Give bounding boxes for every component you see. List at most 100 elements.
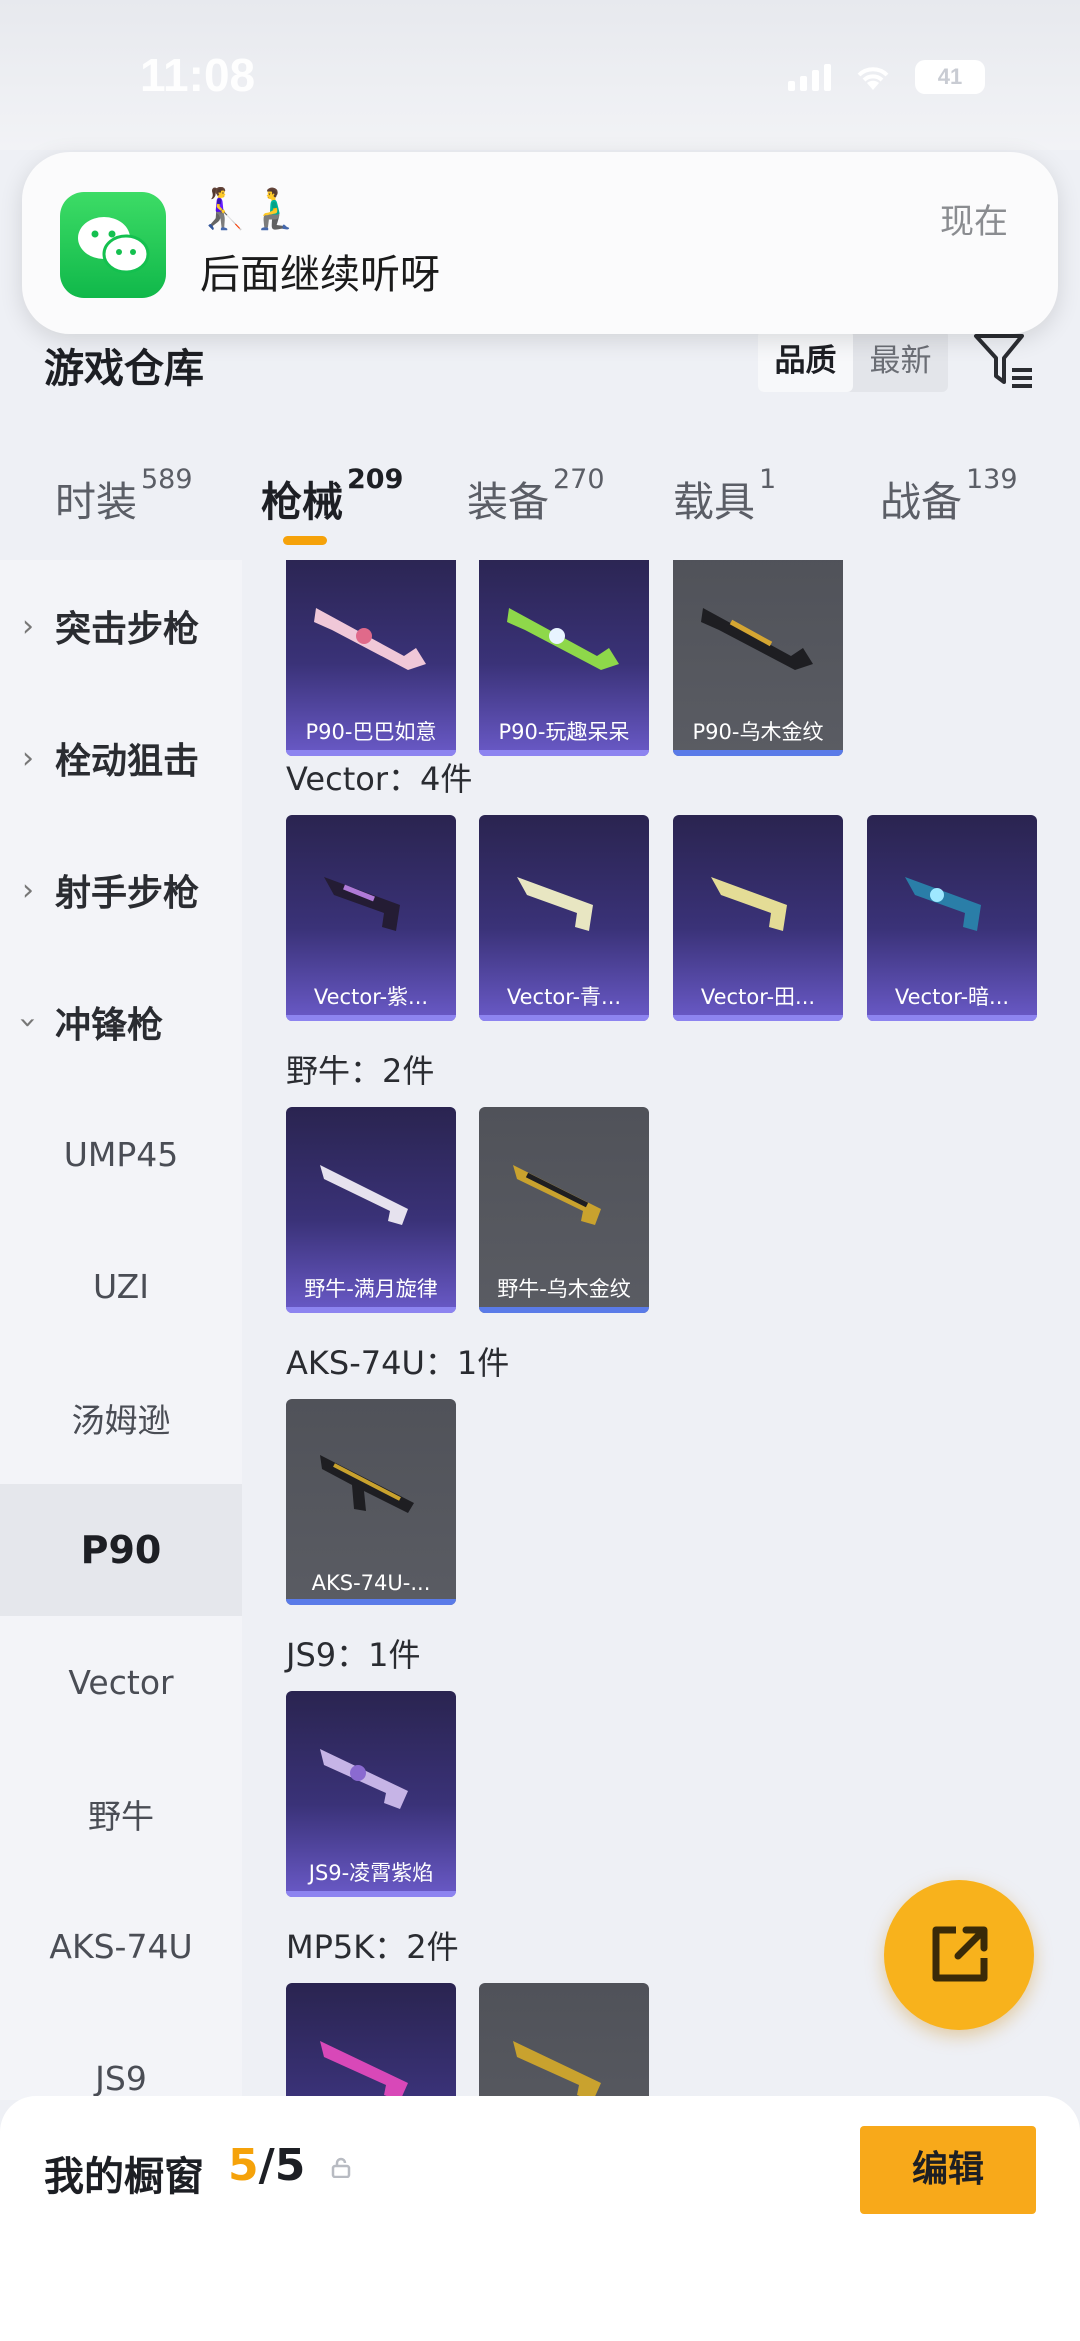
weapon-image bbox=[711, 877, 787, 931]
rarity-bar bbox=[286, 1891, 456, 1897]
showcase-bar: 我的橱窗 5/5 编辑 bbox=[0, 2096, 1080, 2341]
weapon-card[interactable] bbox=[479, 1983, 649, 2100]
app-root: { "status": {"time": "11:08", "battery":… bbox=[0, 0, 1080, 2341]
tab-label: 枪械 bbox=[261, 478, 343, 526]
rarity-bar bbox=[479, 750, 649, 756]
weapon-grid: P90-巴巴如意 P90-玩趣呆呆 P90-乌木金纹 Vector：4件 Vec… bbox=[242, 560, 1080, 2100]
page-title: 游戏仓库 bbox=[44, 346, 204, 392]
edit-button[interactable]: 编辑 bbox=[860, 2126, 1036, 2214]
group-title-vector: Vector：4件 bbox=[286, 760, 473, 798]
tab-label: 时装 bbox=[55, 478, 137, 526]
weapon-card[interactable]: AKS-74U-... bbox=[286, 1399, 456, 1605]
sidebar-category-marksman-rifle[interactable]: › 射手步枪 bbox=[0, 824, 242, 956]
status-time: 11:08 bbox=[140, 49, 256, 101]
sidebar-category-bolt-sniper[interactable]: › 栓动狙击 bbox=[0, 692, 242, 824]
weapon-image bbox=[314, 608, 426, 670]
sidebar-item-vector[interactable]: Vector bbox=[0, 1616, 242, 1748]
tab-guns[interactable]: 枪械 209 bbox=[261, 464, 403, 528]
group-title-bizon: 野牛：2件 bbox=[286, 1052, 435, 1090]
weapon-sidebar: › 突击步枪 › 栓动狙击 › 射手步枪 › 冲锋枪 UMP45 UZI 汤姆逊 P90… bbox=[0, 560, 242, 2100]
sidebar-category-assault-rifle[interactable]: › 突击步枪 bbox=[0, 560, 242, 692]
weapon-image bbox=[324, 877, 400, 931]
group-title-mp5k: MP5K：2件 bbox=[286, 1928, 459, 1966]
group-title-aks74u: AKS-74U：1件 bbox=[286, 1344, 510, 1382]
weapon-image bbox=[905, 877, 981, 931]
share-button[interactable] bbox=[884, 1880, 1034, 2030]
weapon-image bbox=[507, 608, 619, 670]
lock-icon bbox=[331, 2157, 351, 2178]
notification-sender-emoji: 👩‍🦯‍➡️🧎‍♂️ bbox=[200, 186, 300, 232]
sidebar-item-label: 冲锋枪 bbox=[55, 1005, 164, 1046]
rarity-bar bbox=[673, 1015, 843, 1021]
sidebar-item-label: 射手步枪 bbox=[55, 873, 200, 914]
weapon-name: 野牛-满月旋律 bbox=[304, 1277, 438, 1301]
weapon-name: P90-乌木金纹 bbox=[692, 720, 824, 744]
weapon-card[interactable]: 野牛-乌木金纹 bbox=[479, 1107, 649, 1313]
weapon-name: 野牛-乌木金纹 bbox=[497, 1277, 631, 1301]
weapon-image bbox=[320, 2041, 408, 2100]
weapon-image bbox=[701, 608, 813, 670]
weapon-card[interactable]: Vector-暗... bbox=[867, 815, 1037, 1021]
weapon-card[interactable]: JS9-凌霄紫焰 bbox=[286, 1691, 456, 1897]
weapon-card[interactable]: Vector-紫... bbox=[286, 815, 456, 1021]
weapon-name: Vector-紫... bbox=[313, 985, 429, 1009]
status-icons: 41 bbox=[788, 60, 985, 94]
notification-banner[interactable]: 👩‍🦯‍➡️🧎‍♂️ 后面继续听呀 现在 bbox=[22, 152, 1058, 334]
sidebar-item-aks74u[interactable]: AKS-74U bbox=[0, 1880, 242, 2012]
wechat-app-icon bbox=[60, 192, 166, 298]
my-showcase-label: 我的橱窗 bbox=[44, 2154, 204, 2200]
tab-fashion[interactable]: 时装 589 bbox=[55, 464, 193, 528]
weapon-card[interactable]: P90-巴巴如意 bbox=[286, 560, 456, 756]
filter-icon[interactable] bbox=[972, 328, 1036, 392]
weapon-card[interactable] bbox=[286, 1983, 456, 2100]
battery-icon: 41 bbox=[915, 60, 985, 94]
weapon-card[interactable]: P90-玩趣呆呆 bbox=[479, 560, 649, 756]
weapon-name: P90-玩趣呆呆 bbox=[498, 720, 630, 744]
chat-bubbles-icon bbox=[78, 217, 150, 274]
sidebar-category-smg[interactable]: › 冲锋枪 bbox=[0, 956, 242, 1088]
tab-vehicles[interactable]: 载具 1 bbox=[673, 464, 776, 528]
notification-message: 后面继续听呀 bbox=[200, 252, 440, 298]
tab-count: 589 bbox=[141, 464, 193, 495]
rarity-bar bbox=[479, 1307, 649, 1313]
weapon-image bbox=[320, 1749, 408, 1809]
weapon-image bbox=[320, 1165, 408, 1225]
sort-newest-button[interactable]: 最新 bbox=[853, 330, 948, 392]
cellular-signal-icon bbox=[788, 63, 831, 91]
weapon-card[interactable]: P90-乌木金纹 bbox=[673, 560, 843, 756]
weapon-name: Vector-暗... bbox=[894, 985, 1010, 1009]
tab-equipment[interactable]: 装备 270 bbox=[467, 464, 605, 528]
showcase-used: 5 bbox=[228, 2140, 259, 2191]
weapon-image bbox=[517, 877, 593, 931]
weapon-image bbox=[320, 1455, 414, 1513]
rarity-bar bbox=[867, 1015, 1037, 1021]
tab-label: 战备 bbox=[880, 478, 962, 526]
weapon-card[interactable]: Vector-青... bbox=[479, 815, 649, 1021]
weapon-card[interactable]: Vector-田... bbox=[673, 815, 843, 1021]
group-title-js9: JS9：1件 bbox=[286, 1636, 421, 1674]
weapon-name: AKS-74U-... bbox=[311, 1571, 431, 1595]
tab-label: 装备 bbox=[467, 478, 549, 526]
sort-quality-button[interactable]: 品质 bbox=[758, 330, 853, 392]
tab-count: 1 bbox=[759, 464, 777, 495]
chevron-right-icon: › bbox=[22, 872, 34, 908]
rarity-bar bbox=[286, 1599, 456, 1605]
tab-label: 载具 bbox=[673, 478, 755, 526]
share-export-icon bbox=[932, 1926, 988, 1982]
sidebar-item-uzi[interactable]: UZI bbox=[0, 1220, 242, 1352]
showcase-total: /5 bbox=[258, 2140, 306, 2191]
chevron-right-icon: › bbox=[22, 740, 34, 776]
rarity-bar bbox=[673, 750, 843, 756]
tab-count: 139 bbox=[966, 464, 1018, 495]
sidebar-item-ump45[interactable]: UMP45 bbox=[0, 1088, 242, 1220]
weapon-card[interactable]: 野牛-满月旋律 bbox=[286, 1107, 456, 1313]
sidebar-item-bizon[interactable]: 野牛 bbox=[0, 1748, 242, 1880]
tab-supplies[interactable]: 战备 139 bbox=[880, 464, 1018, 528]
sidebar-item-thompson[interactable]: 汤姆逊 bbox=[0, 1352, 242, 1484]
chevron-right-icon: › bbox=[22, 608, 34, 644]
sidebar-item-p90[interactable]: P90 bbox=[0, 1484, 242, 1616]
chevron-down-icon: › bbox=[10, 1016, 46, 1028]
rarity-bar bbox=[479, 1015, 649, 1021]
weapon-image bbox=[513, 2041, 601, 2100]
showcase-count: 5/5 bbox=[228, 2140, 305, 2191]
